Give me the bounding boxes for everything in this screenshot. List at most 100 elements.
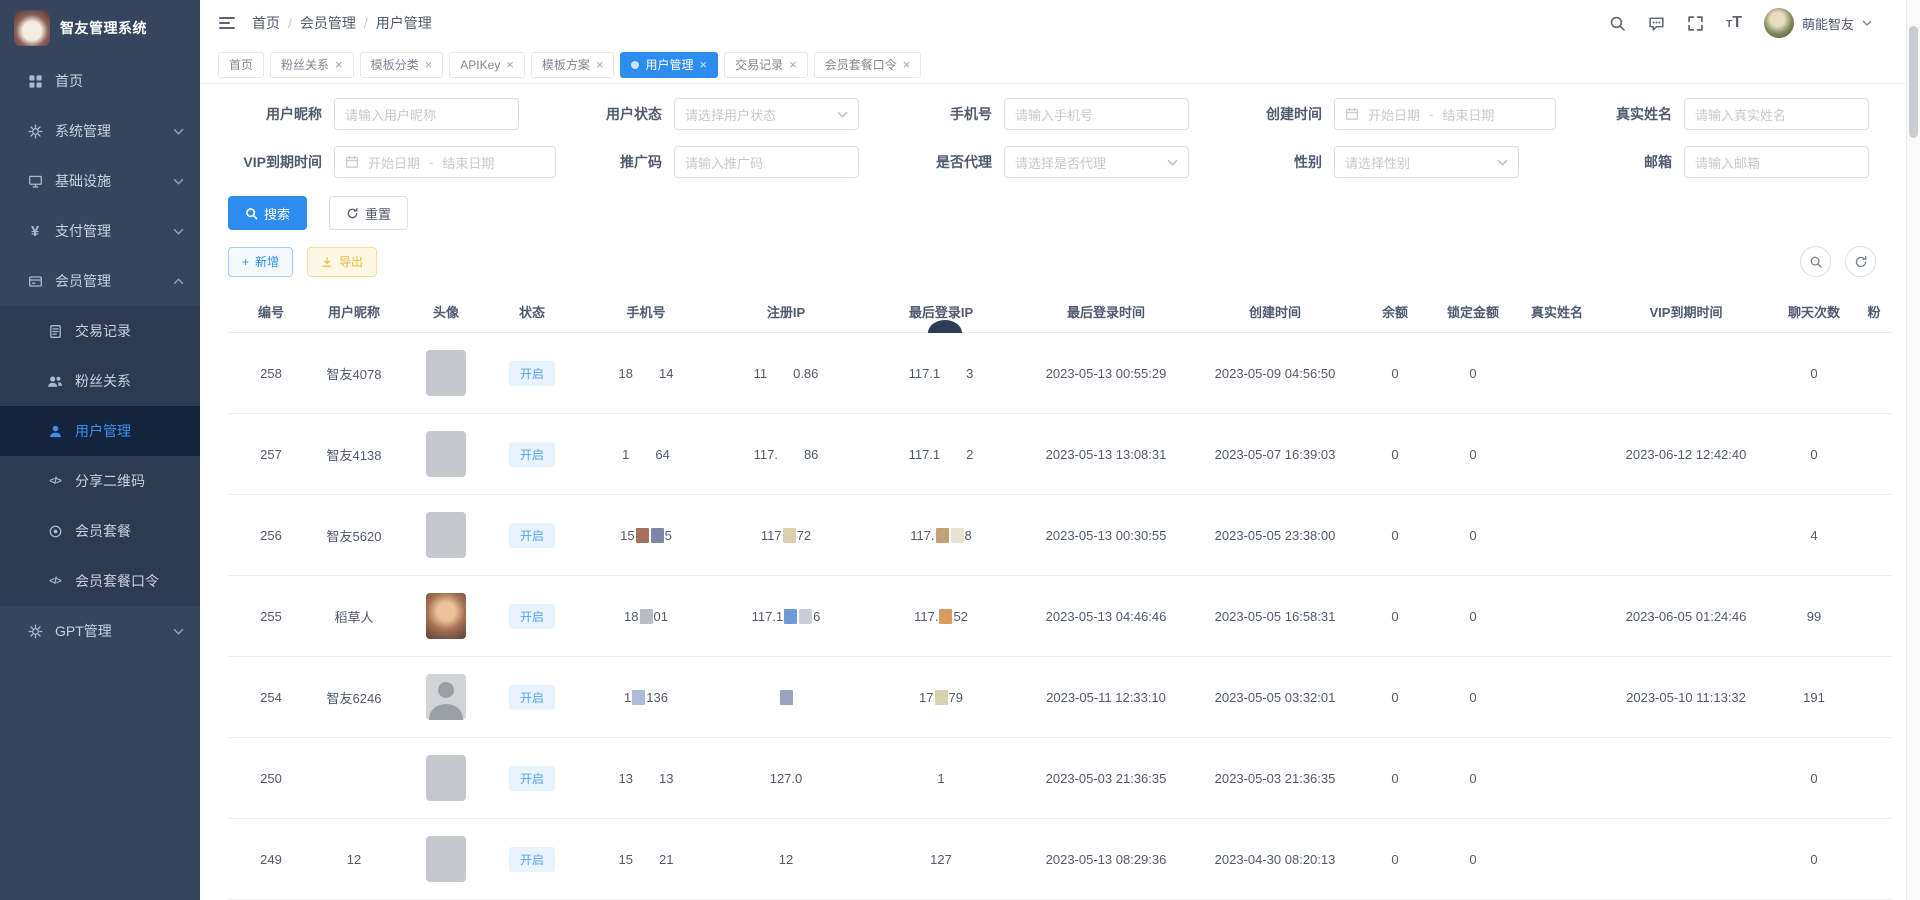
card-icon bbox=[26, 272, 44, 290]
message-icon[interactable] bbox=[1648, 15, 1665, 32]
sidebar-item-GPT管理[interactable]: GPT管理 bbox=[0, 606, 200, 656]
cell-locked-amount: 0 bbox=[1430, 609, 1516, 624]
sidebar-item-会员套餐[interactable]: 会员套餐 bbox=[0, 506, 200, 556]
filter-input-真实姓名[interactable]: 请输入真实姓名 bbox=[1684, 98, 1869, 130]
table-row: 255稻草人开启1801117.16117.522023-05-13 04:46… bbox=[228, 576, 1892, 657]
main-area: 首页/会员管理/用户管理 TT 萌能智友 首页粉丝关系×模板分 bbox=[200, 0, 1920, 900]
select-placeholder: 请选择用户状态 bbox=[685, 105, 776, 124]
sidebar-item-基础设施[interactable]: 基础设施 bbox=[0, 156, 200, 206]
reset-button[interactable]: 重置 bbox=[329, 196, 408, 230]
filter-field-VIP到期时间: VIP到期时间开始日期-结束日期 bbox=[228, 146, 568, 178]
filter-daterange-VIP到期时间[interactable]: 开始日期-结束日期 bbox=[334, 146, 556, 178]
cell-balance: 0 bbox=[1360, 771, 1430, 786]
cell-created-time: 2023-05-09 04:56:50 bbox=[1190, 366, 1360, 381]
cell-last-login-ip-prefix: 17 bbox=[919, 690, 933, 705]
cell-locked-amount: 0 bbox=[1430, 852, 1516, 867]
redaction-block bbox=[935, 690, 948, 705]
sidebar-item-首页[interactable]: 首页 bbox=[0, 56, 200, 106]
input-placeholder: 请输入真实姓名 bbox=[1695, 105, 1786, 124]
tab-粉丝关系[interactable]: 粉丝关系× bbox=[270, 52, 354, 78]
cell-last-login-ip-prefix: 117.1 bbox=[909, 366, 941, 381]
redaction-block bbox=[936, 528, 949, 543]
sidebar-item-分享二维码[interactable]: </>分享二维码 bbox=[0, 456, 200, 506]
column-search-icon[interactable] bbox=[1800, 246, 1831, 277]
cell-last-login-ip: 1 bbox=[860, 771, 1022, 786]
column-header-locked-amount: 锁定金额 bbox=[1430, 302, 1516, 321]
tab-close-icon[interactable]: × bbox=[335, 58, 343, 71]
tab-会员套餐口令[interactable]: 会员套餐口令× bbox=[814, 52, 922, 78]
filter-select-性别[interactable]: 请选择性别 bbox=[1334, 146, 1519, 178]
avatar bbox=[426, 755, 466, 801]
user-icon bbox=[46, 422, 64, 440]
select-placeholder: 请选择性别 bbox=[1345, 153, 1410, 172]
tab-用户管理[interactable]: 用户管理× bbox=[620, 52, 718, 78]
cell-balance: 0 bbox=[1360, 447, 1430, 462]
cell-locked-amount: 0 bbox=[1430, 447, 1516, 462]
breadcrumb-item[interactable]: 首页 bbox=[252, 13, 280, 33]
tab-close-icon[interactable]: × bbox=[506, 58, 514, 71]
user-name: 萌能智友 bbox=[1802, 14, 1854, 33]
tab-close-icon[interactable]: × bbox=[425, 58, 433, 71]
breadcrumb-item[interactable]: 用户管理 bbox=[376, 13, 432, 33]
sidebar-item-支付管理[interactable]: ¥支付管理 bbox=[0, 206, 200, 256]
cell-last-login-time: 2023-05-11 12:33:10 bbox=[1022, 690, 1190, 705]
cell-phone: 1801 bbox=[580, 609, 712, 624]
page-scrollbar[interactable] bbox=[1906, 0, 1920, 900]
tab-交易记录[interactable]: 交易记录× bbox=[724, 52, 808, 78]
tab-模板方案[interactable]: 模板方案× bbox=[531, 52, 615, 78]
search-button[interactable]: 搜索 bbox=[228, 196, 307, 230]
chevron-down-icon bbox=[173, 628, 184, 635]
sidebar-item-交易记录[interactable]: 交易记录 bbox=[0, 306, 200, 356]
cell-locked-amount: 0 bbox=[1430, 528, 1516, 543]
font-size-icon[interactable]: TT bbox=[1726, 15, 1742, 31]
cell-status: 开启 bbox=[484, 604, 580, 629]
tab-APIKey[interactable]: APIKey × bbox=[449, 52, 525, 78]
user-menu[interactable]: 萌能智友 bbox=[1764, 8, 1872, 38]
tab-模板分类[interactable]: 模板分类 × bbox=[360, 52, 444, 78]
sidebar-collapse-icon[interactable] bbox=[218, 14, 236, 32]
breadcrumb-item[interactable]: 会员管理 bbox=[300, 13, 356, 33]
cell-last-login-ip-prefix: 117.1 bbox=[909, 447, 941, 462]
tab-close-icon[interactable]: × bbox=[789, 58, 797, 71]
scrollbar-thumb[interactable] bbox=[1909, 26, 1918, 138]
column-header-vip-expire: VIP到期时间 bbox=[1598, 302, 1774, 321]
tab-close-icon[interactable]: × bbox=[699, 58, 707, 71]
filter-daterange-创建时间[interactable]: 开始日期-结束日期 bbox=[1334, 98, 1556, 130]
search-icon[interactable] bbox=[1609, 15, 1626, 32]
filter-select-是否代理[interactable]: 请选择是否代理 bbox=[1004, 146, 1189, 178]
cell-last-login-ip: 117.13 bbox=[860, 366, 1022, 381]
cell-phone-prefix: 1 bbox=[624, 690, 631, 705]
add-button[interactable]: + 新增 bbox=[228, 247, 293, 277]
cell-last-login-ip: 117.12 bbox=[860, 447, 1022, 462]
sidebar-item-粉丝关系[interactable]: 粉丝关系 bbox=[0, 356, 200, 406]
cell-vip-expire: 2023-06-12 12:42:40 bbox=[1598, 447, 1774, 462]
breadcrumb-separator: / bbox=[288, 15, 292, 31]
tab-label: APIKey bbox=[460, 58, 500, 72]
filter-input-手机号[interactable]: 请输入手机号 bbox=[1004, 98, 1189, 130]
cell-register-ip bbox=[712, 690, 860, 705]
sidebar-item-用户管理[interactable]: 用户管理 bbox=[0, 406, 200, 456]
chevron-up-icon bbox=[173, 278, 184, 285]
tab-close-icon[interactable]: × bbox=[903, 58, 911, 71]
refresh-icon[interactable] bbox=[1845, 246, 1876, 277]
cell-last-login-time: 2023-05-13 13:08:31 bbox=[1022, 447, 1190, 462]
tab-label: 模板分类 bbox=[371, 56, 419, 73]
sidebar-item-会员管理[interactable]: 会员管理 bbox=[0, 256, 200, 306]
tab-首页[interactable]: 首页 bbox=[218, 52, 264, 78]
filter-field-真实姓名: 真实姓名请输入真实姓名 bbox=[1578, 98, 1908, 130]
sidebar-item-系统管理[interactable]: 系统管理 bbox=[0, 106, 200, 156]
cell-balance: 0 bbox=[1360, 609, 1430, 624]
export-button[interactable]: 导出 bbox=[307, 247, 377, 277]
tab-close-icon[interactable]: × bbox=[596, 58, 604, 71]
filter-input-邮箱[interactable]: 请输入邮箱 bbox=[1684, 146, 1869, 178]
fullscreen-icon[interactable] bbox=[1687, 15, 1704, 32]
yen-icon: ¥ bbox=[26, 222, 44, 240]
cell-nickname: 智友6246 bbox=[300, 688, 408, 707]
status-badge: 开启 bbox=[509, 685, 555, 710]
home-icon bbox=[26, 72, 44, 90]
filter-select-用户状态[interactable]: 请选择用户状态 bbox=[674, 98, 859, 130]
filter-input-用户昵称[interactable]: 请输入用户昵称 bbox=[334, 98, 519, 130]
filter-input-推广码[interactable]: 请输入推广码 bbox=[674, 146, 859, 178]
sidebar-item-会员套餐口令[interactable]: </>会员套餐口令 bbox=[0, 556, 200, 606]
gear-icon bbox=[26, 122, 44, 140]
